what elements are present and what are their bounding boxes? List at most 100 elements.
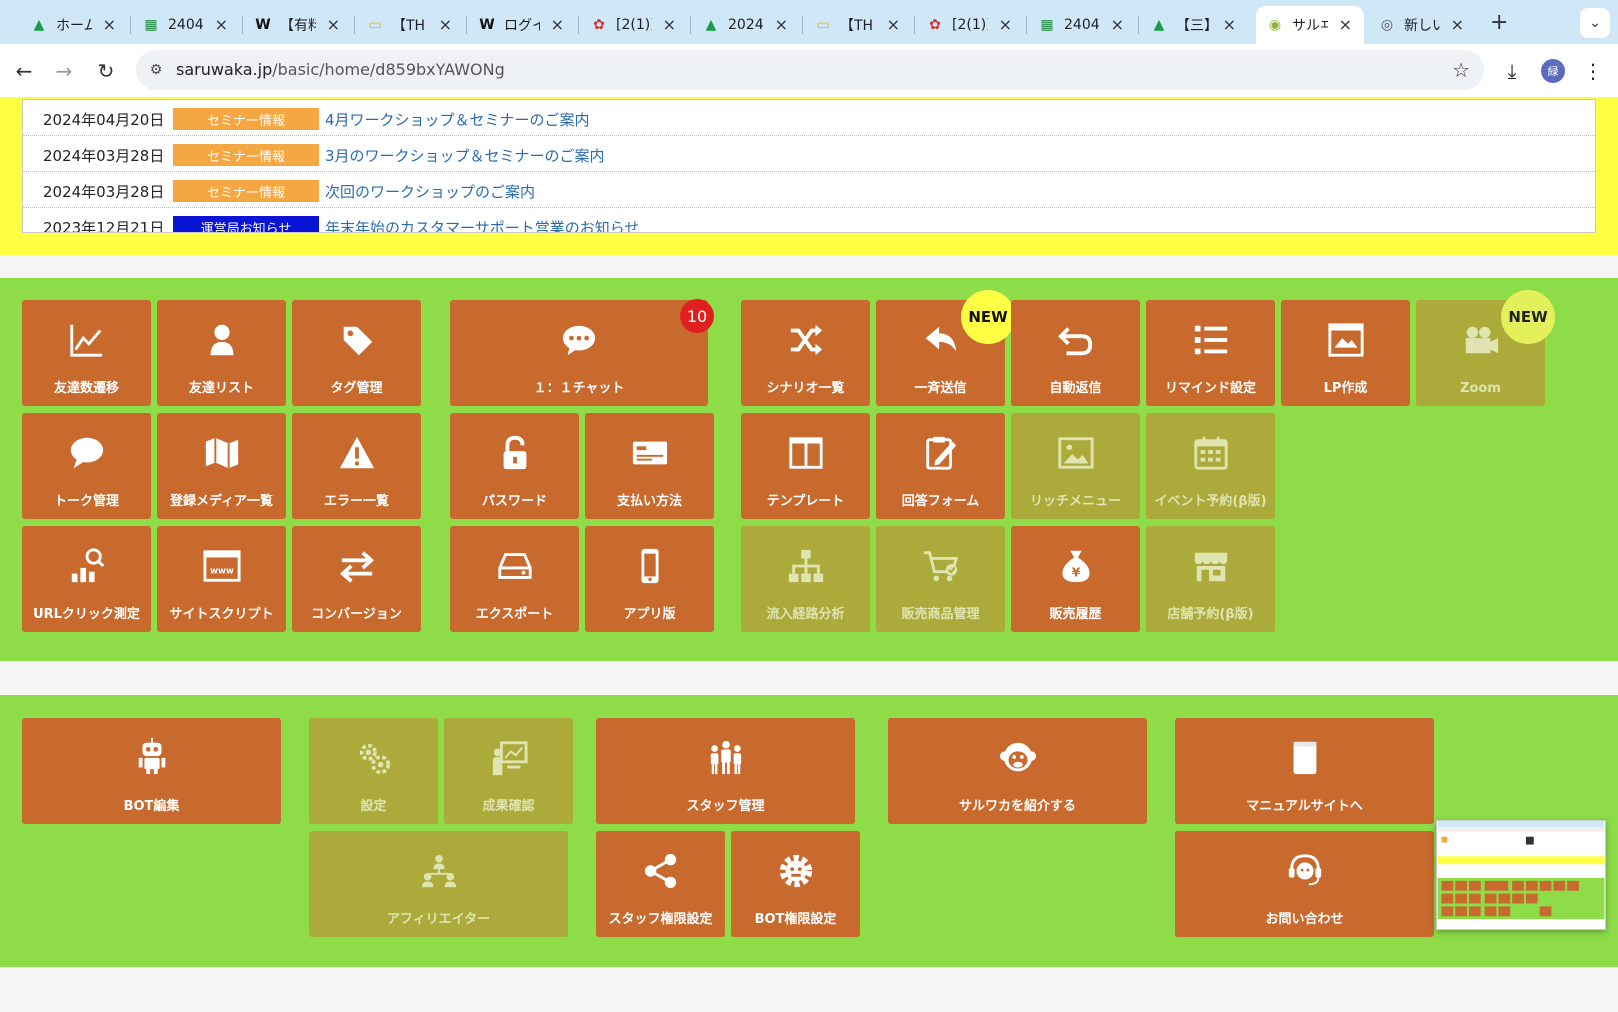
tile-label: 友達数遷移 [53,381,119,396]
manual-site-button[interactable]: マニュアルサイトへ [1175,718,1434,824]
staff-manage-button[interactable]: スタッフ管理 [596,718,855,824]
screenshot-thumbnail[interactable] [1436,820,1606,930]
browser-tab[interactable]: W 【有料 × [244,6,352,44]
staff-permission-button[interactable]: スタッフ権限設定 [596,831,725,937]
news-category-badge: セミナー情報 [173,180,319,202]
store-reservation-button[interactable]: 店舗予約(β版) [1146,526,1275,632]
browser-tab[interactable]: ✿ [2(1)] × [580,6,688,44]
undo-arrow-icon [1056,320,1096,360]
money-bag-icon: ¥ [1056,546,1096,586]
new-tab-button[interactable]: + [1490,10,1508,35]
word-icon: W [255,17,271,33]
close-tab-icon[interactable]: × [551,15,564,34]
bookmark-star-icon[interactable]: ☆ [1452,58,1470,82]
close-tab-icon[interactable]: × [1223,15,1236,34]
browser-tab[interactable]: ▦ 2404 × [1028,6,1136,44]
talk-manage-button[interactable]: トーク管理 [22,413,151,519]
app-version-button[interactable]: アプリ版 [585,526,714,632]
site-script-button[interactable]: www サイトスクリプト [157,526,286,632]
landing-page-icon [1326,320,1366,360]
browser-tab[interactable]: ▲ 【三】 × [1140,6,1248,44]
media-list-button[interactable]: 登録メディア一覧 [157,413,286,519]
presentation-board-icon [489,738,529,778]
download-icon[interactable]: ⤓ [1497,56,1527,86]
news-title-link[interactable]: 次回のワークショップのご案内 [325,181,535,202]
close-tab-icon[interactable]: × [215,15,228,34]
results-check-button[interactable]: 成果確認 [444,718,573,824]
forward-arrow-icon[interactable]: → [50,57,78,85]
settings-button[interactable]: 設定 [309,718,438,824]
image-icon [1056,433,1096,473]
tile-label: スタッフ管理 [686,799,765,814]
template-button[interactable]: テンプレート [741,413,870,519]
browser-tab[interactable]: ▭ 【TH × [804,6,912,44]
tile-label: サルワカを紹介する [958,799,1076,814]
introduce-button[interactable]: サルワカを紹介する [888,718,1147,824]
url-click-measure-button[interactable]: URLクリック測定 [22,526,151,632]
answer-form-button[interactable]: 回答フォーム [876,413,1005,519]
news-date: 2023年12月21日 [43,219,165,233]
close-tab-icon[interactable]: × [103,15,116,34]
browser-tab[interactable]: W ログイ × [468,6,576,44]
password-button[interactable]: パスワード [450,413,579,519]
bot-permission-button[interactable]: BOT権限設定 [731,831,860,937]
close-tab-icon[interactable]: × [439,15,452,34]
profile-avatar[interactable]: 緑 [1541,59,1565,83]
browser-tab[interactable]: ◉ サルヰ × [1256,6,1364,44]
close-tab-icon[interactable]: × [887,15,900,34]
browser-tab[interactable]: ▲ 2024 × [692,6,800,44]
close-tab-icon[interactable]: × [663,15,676,34]
close-tab-icon[interactable]: × [775,15,788,34]
close-tab-icon[interactable]: × [999,15,1012,34]
news-item[interactable]: 2024年03月28日 セミナー情報 3月のワークショップ＆セミナーのご案内 [23,136,1595,172]
tag-manage-button[interactable]: タグ管理 [292,300,421,406]
drive-icon: ▲ [33,17,45,33]
close-tab-icon[interactable]: × [1111,15,1124,34]
export-button[interactable]: エクスポート [450,526,579,632]
chat-bubble-icon [559,320,599,360]
news-title-link[interactable]: 3月のワークショップ＆セミナーのご案内 [325,145,605,166]
error-list-button[interactable]: エラー一覧 [292,413,421,519]
news-item[interactable]: 2024年03月28日 セミナー情報 次回のワークショップのご案内 [23,172,1595,208]
browser-tab[interactable]: ◎ 新しい × [1368,6,1476,44]
browser-tab[interactable]: ▲ ホーム × [20,6,128,44]
back-arrow-icon[interactable]: ← [10,57,38,85]
sales-history-button[interactable]: ¥ 販売履歴 [1011,526,1140,632]
close-tab-icon[interactable]: × [1451,15,1464,34]
tile-label: エクスポート [475,607,554,622]
rich-menu-button[interactable]: リッチメニュー [1011,413,1140,519]
affiliator-button[interactable]: アフィリエイター [309,831,568,937]
product-manage-button[interactable]: 販売商品管理 [876,526,1005,632]
tab-title: 2404 [1064,17,1100,33]
reload-icon[interactable]: ↻ [92,57,120,85]
url-text[interactable]: saruwaka.jp/basic/home/d859bxYAWONg [176,60,505,79]
news-title-link[interactable]: 4月ワークショップ＆セミナーのご案内 [325,109,590,130]
auto-reply-button[interactable]: 自動返信 [1011,300,1140,406]
payment-method-button[interactable]: 支払い方法 [585,413,714,519]
news-title-link[interactable]: 年末年始のカスタマーサポート営業のお知らせ [325,217,639,232]
unread-count-badge: 10 [680,299,714,333]
lp-create-button[interactable]: LP作成 [1281,300,1410,406]
event-reservation-button[interactable]: イベント予約(β版) [1146,413,1275,519]
chat-button[interactable]: １：１チャット [450,300,708,406]
friends-list-button[interactable]: 友達リスト [157,300,286,406]
close-tab-icon[interactable]: × [327,15,340,34]
browser-tab[interactable]: ▦ 2404 × [132,6,240,44]
close-tab-icon[interactable]: × [1339,15,1352,34]
news-item[interactable]: 2024年04月20日 セミナー情報 4月ワークショップ＆セミナーのご案内 [23,100,1595,136]
scenario-list-button[interactable]: シナリオ一覧 [741,300,870,406]
contact-button[interactable]: お問い合わせ [1175,831,1434,937]
news-item[interactable]: 2023年12月21日 運営局お知らせ 年末年始のカスタマーサポート営業のお知ら… [23,208,1595,233]
tab-title: サルヰ [1292,18,1328,34]
address-bar[interactable]: ⚙ saruwaka.jp/basic/home/d859bxYAWONg ☆ [136,50,1484,90]
friends-trend-button[interactable]: 友達数遷移 [22,300,151,406]
conversion-button[interactable]: コンバージョン [292,526,421,632]
remind-settings-button[interactable]: リマインド設定 [1146,300,1275,406]
browser-tab[interactable]: ✿ [2(1)] × [916,6,1024,44]
inflow-analysis-button[interactable]: 流入経路分析 [741,526,870,632]
site-settings-icon[interactable]: ⚙ [146,60,166,80]
tab-search-chevron-icon[interactable]: ⌄ [1580,8,1610,38]
browser-tab[interactable]: ▭ 【TH × [356,6,464,44]
bot-edit-button[interactable]: BOT編集 [22,718,281,824]
more-menu-icon[interactable]: ⋮ [1578,56,1608,86]
